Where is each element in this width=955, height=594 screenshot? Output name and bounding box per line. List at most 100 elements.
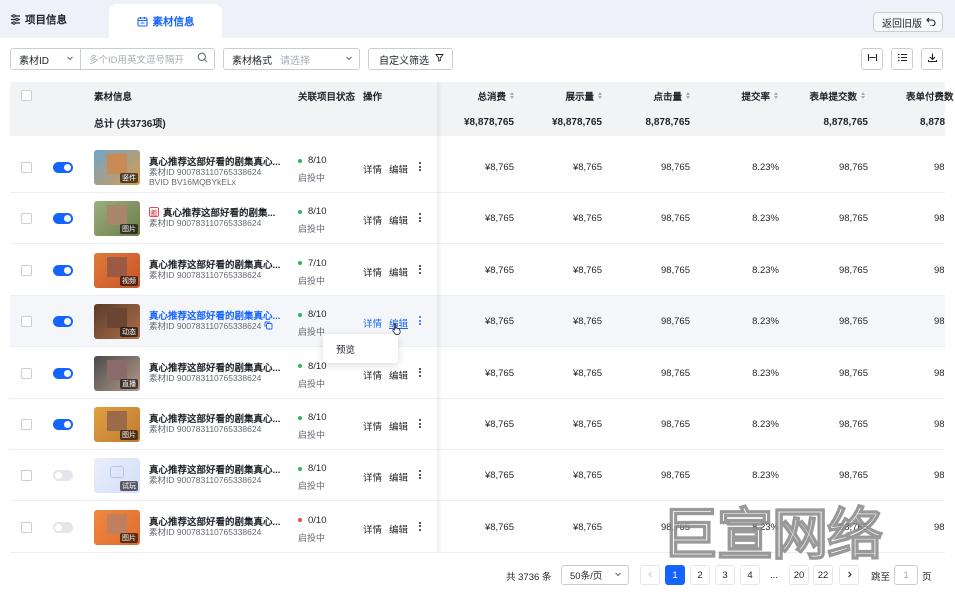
edit-link[interactable]: 编辑 <box>389 470 408 484</box>
enable-toggle[interactable] <box>53 470 73 482</box>
material-title[interactable]: 真心推荐这部好看的剧集真心... <box>149 308 280 322</box>
material-title[interactable]: 拒真心推荐这部好看的剧集... <box>149 205 275 219</box>
detail-link[interactable]: 详情 <box>363 316 382 330</box>
row-checkbox[interactable] <box>21 162 32 173</box>
material-thumbnail[interactable]: 图片 <box>94 201 140 237</box>
material-title[interactable]: 真心推荐这部好看的剧集真心... <box>149 514 280 528</box>
page-button[interactable]: 3 <box>715 565 735 585</box>
material-thumbnail[interactable]: 视频 <box>94 252 140 288</box>
detail-link[interactable]: 详情 <box>363 522 382 536</box>
format-label: 素材格式 <box>232 55 272 67</box>
row-checkbox[interactable] <box>21 213 32 225</box>
detail-link[interactable]: 详情 <box>363 368 382 382</box>
col-form-submits[interactable]: 表单提交数 <box>790 82 865 109</box>
material-thumbnail[interactable]: 动态 <box>94 304 140 340</box>
page-button[interactable]: 1 <box>665 565 685 585</box>
table-row[interactable]: 视频 真心推荐这部好看的剧集真心... 素材ID 90078311076533862… <box>10 244 945 296</box>
material-thumbnail[interactable]: 试玩 <box>94 458 140 494</box>
material-thumbnail[interactable]: 图片 <box>94 407 140 442</box>
table-row[interactable]: 直播 真心推荐这部好看的剧集真心... 素材ID 90078311076533862… <box>10 347 945 399</box>
row-checkbox[interactable] <box>21 419 32 430</box>
column-settings-button[interactable] <box>891 48 913 70</box>
edit-link[interactable]: 编辑 <box>389 265 408 279</box>
row-checkbox[interactable] <box>21 316 32 328</box>
row-checkbox[interactable] <box>21 470 32 482</box>
status-dot <box>298 466 302 471</box>
page-button[interactable]: 20 <box>789 565 809 585</box>
material-thumbnail[interactable]: 竖件 <box>94 150 140 185</box>
prev-page-button[interactable] <box>640 565 660 585</box>
search-icon[interactable] <box>197 52 208 66</box>
row-checkbox[interactable] <box>21 367 32 379</box>
status-dot <box>298 261 302 266</box>
custom-filter-button[interactable]: 自定义筛选 <box>368 48 453 70</box>
tab-material-info[interactable]: 素材信息 <box>109 4 222 38</box>
detail-link[interactable]: 详情 <box>363 470 382 484</box>
page-button[interactable]: 22 <box>813 565 833 585</box>
edit-link[interactable]: 编辑 <box>389 419 408 433</box>
page-button[interactable]: 2 <box>690 565 710 585</box>
next-page-button[interactable] <box>839 565 859 585</box>
sort-icon <box>686 92 690 99</box>
material-title[interactable]: 真心推荐这部好看的剧集真心... <box>149 154 280 168</box>
back-to-old-version-button[interactable]: 返回旧版 <box>873 12 943 32</box>
search-input[interactable]: 多个ID用英文逗号隔开 <box>81 52 214 66</box>
material-title[interactable]: 真心推荐这部好看的剧集真心... <box>149 360 280 374</box>
cell-submit-rate: 8.23% <box>752 367 779 379</box>
column-width-button[interactable] <box>861 48 883 70</box>
detail-link[interactable]: 详情 <box>363 419 382 433</box>
enable-toggle[interactable] <box>53 419 73 430</box>
material-thumbnail[interactable]: 直播 <box>94 355 140 391</box>
more-actions-icon[interactable] <box>418 316 422 326</box>
select-all-checkbox[interactable] <box>21 90 32 101</box>
material-title[interactable]: 真心推荐这部好看的剧集真心... <box>149 257 280 271</box>
more-actions-icon[interactable] <box>418 470 422 480</box>
more-actions-icon[interactable] <box>418 367 422 377</box>
enable-toggle[interactable] <box>53 162 73 173</box>
table-row[interactable]: 竖件 真心推荐这部好看的剧集真心... 素材ID 9007831107653386​… <box>10 142 945 193</box>
page-button[interactable]: 4 <box>740 565 760 585</box>
table-row[interactable]: 动态 真心推荐这部好看的剧集真心... 素材ID 90078311076533862… <box>10 296 945 348</box>
more-actions-icon[interactable] <box>418 264 422 274</box>
enable-toggle[interactable] <box>53 316 73 328</box>
material-id: 素材ID 900783110765338624 <box>149 527 261 537</box>
col-cost[interactable]: 总消费 <box>450 82 514 109</box>
edit-link[interactable]: 编辑 <box>389 522 408 536</box>
enable-toggle[interactable] <box>53 521 73 533</box>
edit-link[interactable]: 编辑 <box>389 368 408 382</box>
col-form-pay[interactable]: 表单付费数 <box>906 82 954 109</box>
detail-link[interactable]: 详情 <box>363 162 382 176</box>
jump-page-input[interactable]: 1 <box>894 565 918 585</box>
tab-project-info[interactable]: 项目信息 <box>10 0 67 38</box>
enable-toggle[interactable] <box>53 367 73 379</box>
enable-toggle[interactable] <box>53 213 73 225</box>
search-type-select[interactable]: 素材ID <box>11 49 81 69</box>
cell-form-submits: 98,765 <box>838 213 868 225</box>
copy-icon[interactable] <box>264 321 273 332</box>
cursor-hand-icon <box>391 322 402 338</box>
row-checkbox[interactable] <box>21 521 32 533</box>
page-size-select[interactable]: 50条/页 <box>561 565 629 585</box>
enable-toggle[interactable] <box>53 264 73 276</box>
col-clicks[interactable]: 点击量 <box>620 82 690 109</box>
download-button[interactable] <box>921 48 943 70</box>
row-checkbox[interactable] <box>21 264 32 276</box>
edit-link[interactable]: 编辑 <box>389 213 408 227</box>
more-actions-icon[interactable] <box>418 419 422 428</box>
menu-item-preview[interactable]: 预览 <box>336 342 355 356</box>
material-bvid-text: BVID BV16MQBYkELx <box>149 177 236 187</box>
format-select[interactable]: 素材格式 请选择 <box>223 48 360 70</box>
more-actions-icon[interactable] <box>418 162 422 171</box>
material-thumbnail[interactable]: 图片 <box>94 509 140 545</box>
table-row[interactable]: 图片 真心推荐这部好看的剧集真心... 素材ID 90078311076533862… <box>10 399 945 450</box>
detail-link[interactable]: 详情 <box>363 265 382 279</box>
edit-link[interactable]: 编辑 <box>389 162 408 176</box>
more-actions-icon[interactable] <box>418 213 422 223</box>
col-submit-rate[interactable]: 提交率 <box>710 82 778 109</box>
col-impressions[interactable]: 展示量 <box>530 82 602 109</box>
detail-link[interactable]: 详情 <box>363 213 382 227</box>
material-title[interactable]: 真心推荐这部好看的剧集真心... <box>149 462 280 476</box>
table-row[interactable]: 图片 拒真心推荐这部好看的剧集... 素材ID 900783110765338624… <box>10 193 945 245</box>
more-actions-icon[interactable] <box>418 521 422 531</box>
material-title[interactable]: 真心推荐这部好看的剧集真心... <box>149 411 280 425</box>
